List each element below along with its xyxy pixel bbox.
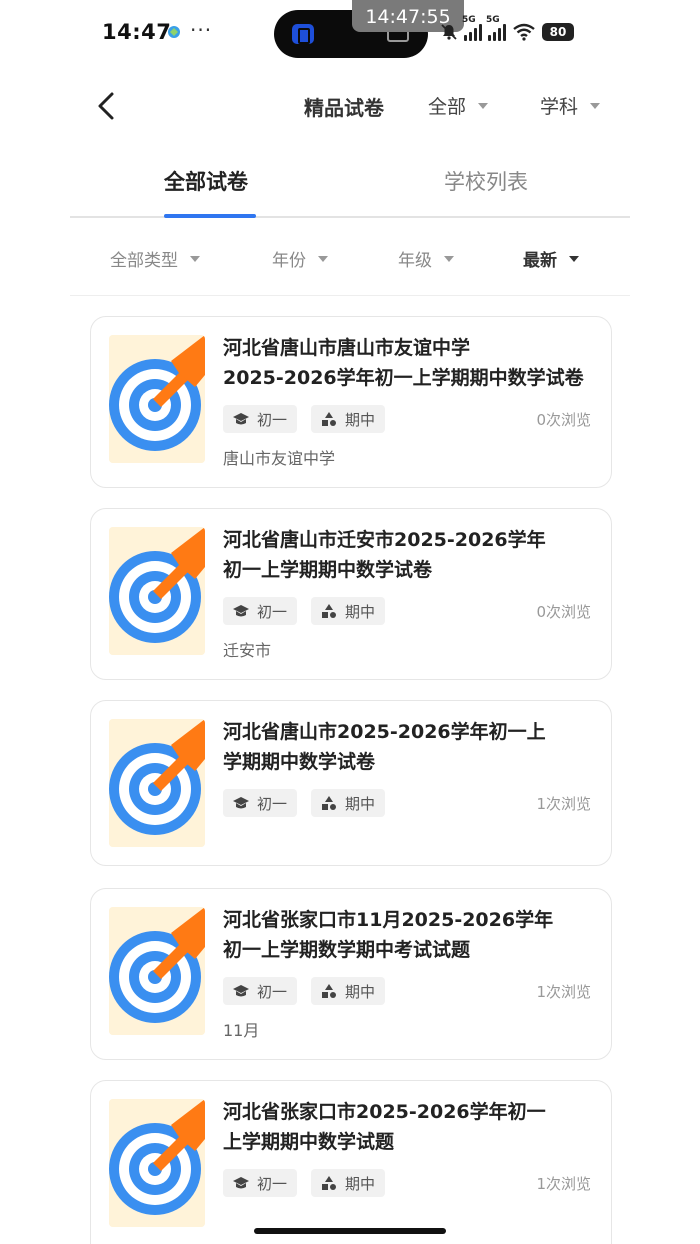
paper-title-line2: 2025-2026学年初一上学期期中数学试卷: [223, 367, 584, 389]
term-tag-label: 期中: [345, 602, 376, 621]
target-icon: [109, 527, 205, 655]
paper-title-line2: 上学期期中数学试题: [223, 1131, 395, 1153]
grade-tag-label: 初一: [257, 794, 288, 813]
target-icon: [109, 719, 205, 847]
school-name: 11月: [223, 1021, 260, 1040]
paper-title-line1: 河北省唐山市迁安市2025-2026学年: [223, 529, 546, 551]
term-tag-label: 期中: [345, 794, 376, 813]
grade-tag-label: 初一: [257, 1174, 288, 1193]
grade-tag: 初一: [223, 977, 298, 1005]
paper-title: 河北省唐山市迁安市2025-2026学年 初一上学期期中数学试卷: [223, 525, 593, 585]
grade-tag-label: 初一: [257, 602, 288, 621]
view-count: 1次浏览: [536, 1175, 591, 1193]
paper-title: 河北省张家口市11月2025-2026学年 初一上学期数学期中考试试题: [223, 905, 593, 965]
grade-tag-label: 初一: [257, 410, 288, 429]
target-icon: [109, 1099, 205, 1227]
paper-tags: 初一 期中: [223, 977, 386, 1005]
shapes-icon: [322, 412, 337, 426]
term-tag: 期中: [311, 789, 386, 817]
paper-title-line2: 初一上学期期中数学试卷: [223, 559, 433, 581]
home-indicator[interactable]: [254, 1228, 446, 1234]
grade-tag-label: 初一: [257, 982, 288, 1001]
term-tag: 期中: [311, 597, 386, 625]
term-tag: 期中: [311, 977, 386, 1005]
grade-tag: 初一: [223, 597, 298, 625]
paper-card[interactable]: 河北省张家口市11月2025-2026学年 初一上学期数学期中考试试题 初一 期…: [90, 888, 612, 1060]
term-tag-label: 期中: [345, 410, 376, 429]
paper-title-line1: 河北省唐山市2025-2026学年初一上: [223, 721, 546, 743]
paper-tags: 初一 期中: [223, 789, 386, 817]
shapes-icon: [322, 604, 337, 618]
paper-card[interactable]: 河北省唐山市迁安市2025-2026学年 初一上学期期中数学试卷 初一 期中 0…: [90, 508, 612, 680]
target-icon: [109, 335, 205, 463]
graduation-cap-icon: [233, 797, 249, 809]
view-count: 0次浏览: [536, 603, 591, 621]
school-name: 迁安市: [223, 641, 272, 660]
paper-list: 河北省唐山市唐山市友谊中学 2025-2026学年初一上学期期中数学试卷 初一 …: [0, 0, 700, 1244]
grade-tag: 初一: [223, 789, 298, 817]
graduation-cap-icon: [233, 413, 249, 425]
term-tag: 期中: [311, 1169, 386, 1197]
paper-title-line2: 学期期中数学试卷: [223, 751, 376, 773]
view-count: 1次浏览: [536, 983, 591, 1001]
paper-title-line2: 初一上学期数学期中考试试题: [223, 939, 471, 961]
shapes-icon: [322, 1176, 337, 1190]
paper-title-line1: 河北省张家口市2025-2026学年初一: [223, 1101, 546, 1123]
paper-tags: 初一 期中: [223, 1169, 386, 1197]
paper-title: 河北省唐山市2025-2026学年初一上 学期期中数学试卷: [223, 717, 593, 777]
paper-card[interactable]: 河北省唐山市2025-2026学年初一上 学期期中数学试卷 初一 期中 1次浏览: [90, 700, 612, 866]
paper-card[interactable]: 河北省唐山市唐山市友谊中学 2025-2026学年初一上学期期中数学试卷 初一 …: [90, 316, 612, 488]
target-icon: [109, 907, 205, 1035]
shapes-icon: [322, 796, 337, 810]
paper-title-line1: 河北省唐山市唐山市友谊中学: [223, 337, 471, 359]
paper-title: 河北省张家口市2025-2026学年初一 上学期期中数学试题: [223, 1097, 593, 1157]
view-count: 0次浏览: [536, 411, 591, 429]
paper-tags: 初一 期中: [223, 597, 386, 625]
view-count: 1次浏览: [536, 795, 591, 813]
school-name: 唐山市友谊中学: [223, 449, 336, 468]
grade-tag: 初一: [223, 405, 298, 433]
graduation-cap-icon: [233, 605, 249, 617]
paper-tags: 初一 期中: [223, 405, 386, 433]
paper-title: 河北省唐山市唐山市友谊中学 2025-2026学年初一上学期期中数学试卷: [223, 333, 593, 393]
paper-card[interactable]: 河北省张家口市2025-2026学年初一 上学期期中数学试题 初一 期中 1次浏…: [90, 1080, 612, 1244]
term-tag-label: 期中: [345, 1174, 376, 1193]
paper-title-line1: 河北省张家口市11月2025-2026学年: [223, 909, 554, 931]
shapes-icon: [322, 984, 337, 998]
graduation-cap-icon: [233, 1177, 249, 1189]
grade-tag: 初一: [223, 1169, 298, 1197]
term-tag: 期中: [311, 405, 386, 433]
term-tag-label: 期中: [345, 982, 376, 1001]
graduation-cap-icon: [233, 985, 249, 997]
